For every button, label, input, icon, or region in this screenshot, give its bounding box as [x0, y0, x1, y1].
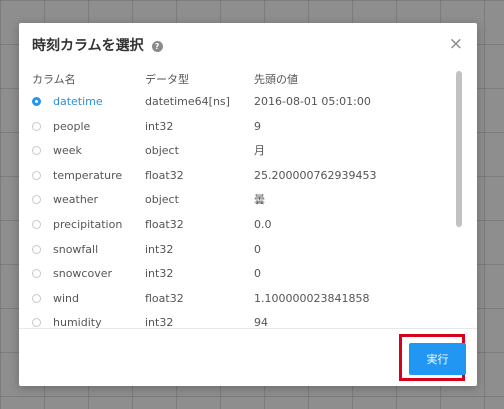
row-radio[interactable] [32, 97, 41, 106]
column-type: object [145, 144, 179, 158]
table-row[interactable]: snowcover int32 0 [19, 262, 459, 286]
row-radio[interactable] [32, 269, 41, 279]
row-radio[interactable] [32, 318, 41, 328]
column-first-value: 0.0 [254, 218, 272, 231]
column-type: int32 [145, 316, 174, 328]
column-first-value: 2016-08-01 05:01:00 [254, 95, 371, 108]
header-column-name: カラム名 [32, 73, 76, 86]
column-first-value: 9 [254, 119, 261, 133]
row-radio[interactable] [32, 170, 41, 180]
column-name: snowfall [53, 242, 99, 256]
row-radio[interactable] [32, 146, 41, 156]
table-row[interactable]: week object 月 [19, 139, 459, 163]
row-radio[interactable] [32, 220, 41, 229]
column-type: float32 [145, 168, 184, 182]
table-row[interactable]: people int32 9 [19, 115, 459, 139]
column-name: people [53, 119, 91, 133]
column-name: week [53, 144, 82, 158]
column-name: datetime [53, 95, 103, 108]
row-radio[interactable] [32, 244, 41, 254]
list-scrollbar[interactable] [456, 71, 462, 227]
column-first-value: 94 [254, 316, 268, 328]
column-type: object [145, 193, 179, 207]
column-list[interactable]: カラム名 データ型 先頭の値 datetime datetime64[ns] 201… [19, 70, 459, 328]
column-name: humidity [53, 316, 102, 328]
table-row[interactable]: precipitation float32 0.0 [19, 213, 459, 237]
dialog-title: 時刻カラムを選択 [32, 38, 144, 54]
table-row[interactable]: datetime datetime64[ns] 2016-08-01 05:01:0… [19, 90, 459, 114]
column-first-value: 0 [254, 267, 261, 281]
question-circle-icon[interactable]: ? [151, 41, 163, 52]
column-type: int32 [145, 119, 174, 133]
close-icon[interactable]: × [449, 34, 463, 54]
table-row[interactable]: weather object 曇 [19, 188, 459, 212]
column-first-value: 曇 [254, 193, 265, 207]
table-row[interactable]: humidity int32 94 [19, 311, 459, 328]
select-time-column-dialog: 時刻カラムを選択 ? × カラム名 データ型 先頭の値 datetime date… [19, 23, 477, 386]
column-list-header: カラム名 データ型 先頭の値 [19, 70, 459, 90]
column-type: datetime64[ns] [145, 95, 230, 108]
column-name: snowcover [53, 267, 113, 281]
run-button[interactable]: 実行 [409, 343, 466, 375]
column-name: precipitation [53, 218, 123, 231]
column-type: int32 [145, 267, 174, 281]
table-row[interactable]: snowfall int32 0 [19, 238, 459, 262]
column-type: int32 [145, 242, 174, 256]
table-row[interactable]: temperature float32 25.200000762939453 [19, 164, 459, 188]
column-name: temperature [53, 168, 123, 182]
column-first-value: 25.200000762939453 [254, 168, 377, 182]
column-first-value: 月 [254, 144, 265, 158]
header-data-type: データ型 [145, 73, 189, 86]
column-name: weather [53, 193, 99, 207]
column-type: float32 [145, 218, 184, 231]
column-name: wind [53, 291, 80, 305]
row-radio[interactable] [32, 121, 41, 131]
column-first-value: 1.100000023841858 [254, 291, 370, 305]
row-radio[interactable] [32, 195, 41, 205]
dialog-title-group: 時刻カラムを選択 ? [32, 35, 163, 55]
footer-divider [19, 328, 477, 329]
row-radio[interactable] [32, 293, 41, 303]
table-row[interactable]: wind float32 1.100000023841858 [19, 287, 459, 311]
header-first-value: 先頭の値 [254, 73, 298, 86]
column-type: float32 [145, 291, 184, 305]
column-first-value: 0 [254, 242, 261, 256]
